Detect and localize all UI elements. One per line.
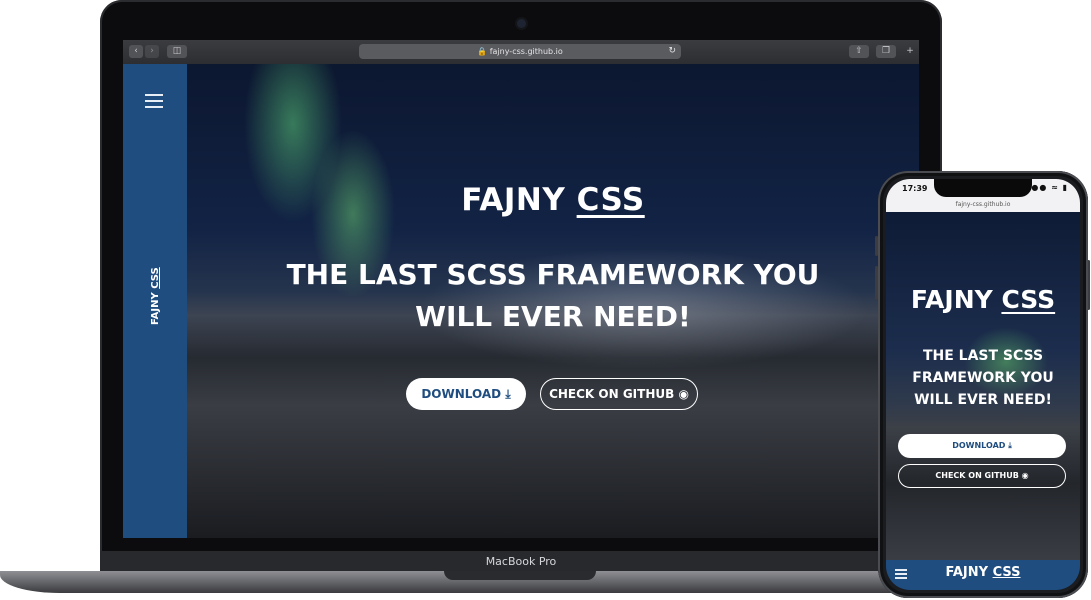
sidebar-toggle-icon[interactable]: ◫ [167,45,187,58]
phone-nav-logo[interactable]: FAJNY CSS [886,565,1080,580]
laptop-opening-groove [444,571,596,580]
phone-hero-title-css: CSS [1001,285,1056,314]
phone-nav-logo-text: FAJNY [945,565,993,580]
download-icon: ⤓ [505,387,511,401]
sidebar-logo-css: CSS [150,267,161,289]
address-bar-url: fajny-css.github.io [489,47,563,56]
chevron-left-icon[interactable]: ‹ [129,45,143,58]
phone-hero-subtitle: THE LAST SCSS FRAMEWORK YOU WILL EVER NE… [896,345,1070,411]
share-icon[interactable]: ⇧ [849,45,869,58]
github-button[interactable]: CHECK ON GITHUB ◉ [540,378,698,410]
laptop-hinge: MacBook Pro [100,551,942,573]
address-bar[interactable]: 🔒 fajny-css.github.io ↻ [359,44,681,59]
phone-subtitle-line: FRAMEWORK YOU [912,370,1054,386]
phone-github-label: CHECK ON GITHUB [935,471,1019,480]
hero-title-css: CSS [576,182,645,218]
phone-hero-title: FAJNY CSS [886,285,1080,314]
status-time: 17:39 [902,184,928,193]
hero-subtitle: THE LAST SCSS FRAMEWORK YOU WILL EVER NE… [247,254,859,338]
browser-toolbar: ‹ › ◫ 🔒 fajny-css.github.io ↻ ⇧ ❐ + [123,40,919,65]
github-icon: ◉ [678,387,689,401]
laptop-screen: ‹ › ◫ 🔒 fajny-css.github.io ↻ ⇧ ❐ + FAJN… [123,40,919,538]
download-button[interactable]: DOWNLOAD ⤓ [406,378,526,410]
sidebar-logo-text: FAJNY [150,288,161,325]
github-icon: ◉ [1021,471,1029,480]
phone-nav-logo-css: CSS [992,565,1021,580]
plus-icon[interactable]: + [903,45,917,58]
hero-subtitle-line: WILL EVER NEED! [415,300,691,333]
reload-icon[interactable]: ↻ [668,44,676,59]
download-icon: ⤓ [1008,441,1012,450]
lock-icon: 🔒 [477,47,488,56]
phone-download-label: DOWNLOAD [952,441,1006,450]
tabs-icon[interactable]: ❐ [876,45,896,58]
laptop-model-label: MacBook Pro [485,555,557,568]
hero-title: FAJNY CSS [187,182,919,218]
hero-title-text: FAJNY [461,182,577,218]
sidebar-logo[interactable]: FAJNY CSS [146,267,166,325]
phone-notch [934,179,1032,197]
phone-address-bar[interactable]: fajny-css.github.io [886,199,1080,213]
phone-navbar: FAJNY CSS [886,560,1080,590]
camera-icon [517,19,526,28]
phone: 17:39 ●●● ≈ ▮ fajny-css.github.io FAJNY … [878,171,1088,598]
phone-hero-title-text: FAJNY [910,285,1002,314]
sidebar: FAJNY CSS [123,64,187,538]
hero-subtitle-line: THE LAST SCSS FRAMEWORK YOU [286,258,820,291]
github-button-label: CHECK ON GITHUB [549,387,675,401]
phone-github-button[interactable]: CHECK ON GITHUB ◉ [898,464,1066,488]
phone-download-button[interactable]: DOWNLOAD ⤓ [898,434,1066,458]
chevron-right-icon[interactable]: › [145,45,159,58]
phone-screen: 17:39 ●●● ≈ ▮ fajny-css.github.io FAJNY … [886,179,1080,590]
phone-subtitle-line: THE LAST SCSS [922,348,1044,364]
hamburger-menu-icon[interactable] [145,94,163,108]
phone-subtitle-line: WILL EVER NEED! [914,392,1052,408]
download-button-label: DOWNLOAD [421,387,502,401]
